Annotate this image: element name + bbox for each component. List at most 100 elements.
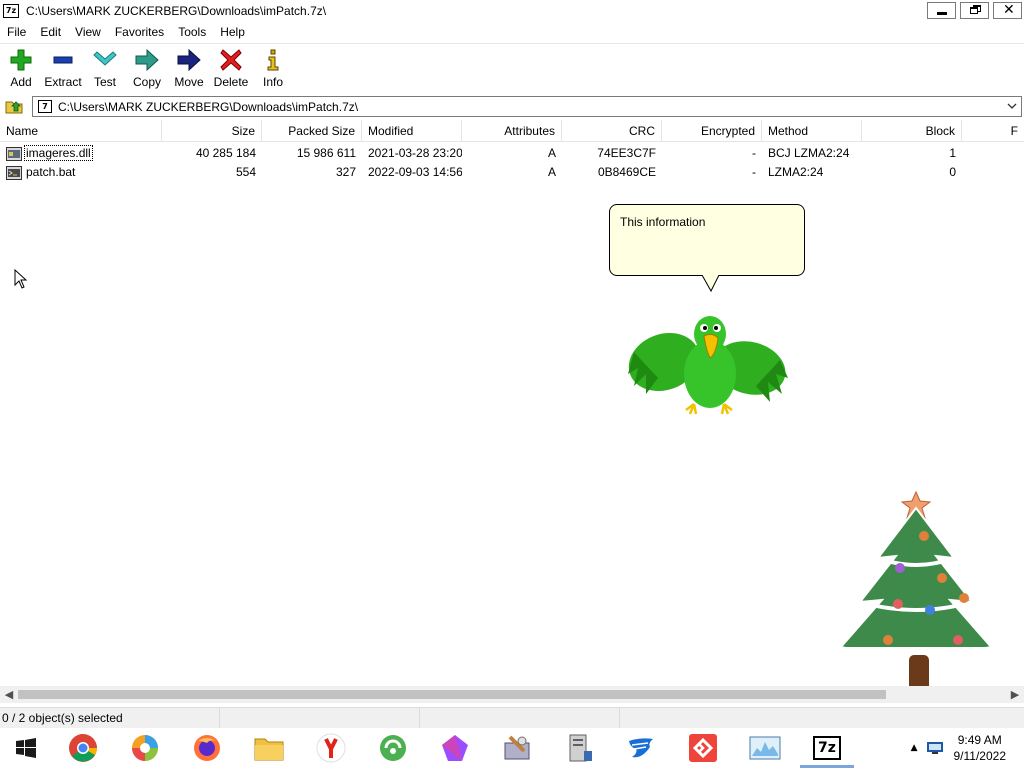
packed-size-cell: 327 — [335, 165, 356, 179]
status-segment-3 — [420, 707, 620, 729]
table-row[interactable]: imageres.dll 40 285 184 15 986 611 2021-… — [0, 144, 1024, 163]
modified-cell: 2021-03-28 23:20 — [368, 146, 462, 160]
chart-monitor-icon — [749, 736, 781, 760]
minimize-button[interactable] — [927, 2, 956, 19]
info-balloon: This information — [609, 204, 805, 276]
green-swirl-icon — [380, 735, 406, 761]
taskbar-file-explorer[interactable] — [238, 728, 300, 768]
column-extra[interactable]: F — [962, 120, 1024, 142]
address-input[interactable]: 7 C:\Users\MARK ZUCKERBERG\Downloads\imP… — [32, 96, 1022, 117]
add-button[interactable]: Add — [0, 44, 42, 92]
minimize-icon — [937, 12, 947, 15]
menu-help[interactable]: Help — [213, 22, 252, 42]
address-bar: 7 C:\Users\MARK ZUCKERBERG\Downloads\imP… — [0, 94, 1024, 118]
clock[interactable]: 9:49 AM 9/11/2022 — [954, 732, 1007, 764]
plus-icon — [9, 48, 33, 72]
method-cell: BCJ LZMA2:24 — [768, 146, 850, 160]
parrot-mascot-icon — [628, 316, 788, 415]
delete-x-icon — [219, 48, 243, 72]
menu-file[interactable]: File — [0, 22, 33, 42]
system-tray: ▲ 9:49 AM 9/11/2022 — [911, 728, 1024, 768]
close-button[interactable]: ✕ — [993, 2, 1022, 19]
add-label: Add — [10, 75, 32, 89]
crc-cell: 0B8469CE — [597, 165, 656, 179]
info-icon — [261, 48, 285, 72]
chevron-down-icon[interactable] — [1006, 100, 1018, 112]
column-name[interactable]: Name — [0, 120, 162, 142]
taskbar-app-blue-bird[interactable] — [610, 728, 672, 768]
menu-view[interactable]: View — [68, 22, 108, 42]
column-crc[interactable]: CRC — [562, 120, 662, 142]
horizontal-scrollbar[interactable]: ◀ ▶ — [0, 686, 1024, 703]
up-folder-button[interactable] — [3, 95, 25, 117]
taskbar-app-doc[interactable] — [548, 728, 610, 768]
file-name: patch.bat — [26, 165, 76, 179]
clock-time: 9:49 AM — [957, 733, 1002, 747]
blue-bird-icon — [629, 738, 653, 758]
scroll-right-icon[interactable]: ▶ — [1008, 688, 1022, 701]
windows-logo-icon — [16, 738, 36, 758]
title-bar: 7z C:\Users\MARK ZUCKERBERG\Downloads\im… — [0, 0, 1024, 22]
column-modified[interactable]: Modified — [362, 120, 462, 142]
up-folder-icon — [5, 101, 23, 114]
delete-button[interactable]: Delete — [210, 44, 252, 92]
taskbar-seven-zip[interactable]: 7z — [796, 728, 858, 768]
seven-zip-icon: 7z — [813, 736, 841, 760]
column-block[interactable]: Block — [862, 120, 962, 142]
menu-tools[interactable]: Tools — [171, 22, 213, 42]
move-button[interactable]: Move — [168, 44, 210, 92]
document-server-icon — [569, 734, 592, 762]
start-button[interactable] — [0, 728, 52, 768]
network-icon[interactable] — [926, 740, 944, 756]
taskbar-app-monitor[interactable] — [734, 728, 796, 768]
anydesk-icon — [689, 734, 717, 762]
menu-edit[interactable]: Edit — [33, 22, 68, 42]
taskbar-chrome[interactable] — [52, 728, 114, 768]
restore-button[interactable] — [960, 2, 989, 19]
tray-chevron-up-icon[interactable]: ▲ — [911, 743, 918, 753]
window-title: C:\Users\MARK ZUCKERBERG\Downloads\imPat… — [26, 4, 327, 18]
taskbar-app-green[interactable] — [362, 728, 424, 768]
test-button[interactable]: Test — [84, 44, 126, 92]
menu-favorites[interactable]: Favorites — [108, 22, 171, 42]
column-packed-size[interactable]: Packed Size — [262, 120, 362, 142]
scrollbar-thumb[interactable] — [18, 690, 886, 699]
column-encrypted[interactable]: Encrypted — [662, 120, 762, 142]
tool-app-icon — [504, 735, 530, 760]
address-path: C:\Users\MARK ZUCKERBERG\Downloads\imPat… — [58, 99, 359, 114]
attributes-cell: A — [547, 165, 556, 179]
clock-date: 9/11/2022 — [953, 749, 1007, 763]
archive-icon: 7 — [38, 100, 52, 113]
status-segment-2 — [220, 707, 420, 729]
bat-file-icon — [6, 165, 22, 180]
minus-icon — [51, 48, 75, 72]
taskbar-anydesk[interactable] — [672, 728, 734, 768]
column-attributes[interactable]: Attributes — [462, 120, 562, 142]
status-selection: 0 / 2 object(s) selected — [0, 707, 220, 729]
column-method[interactable]: Method — [762, 120, 862, 142]
file-name: imageres.dll — [24, 145, 93, 161]
taskbar-yandex[interactable] — [300, 728, 362, 768]
toolbar: Add Extract Test Copy Move Delete Info — [0, 43, 1024, 93]
move-arrow-icon — [177, 48, 201, 72]
table-row[interactable]: patch.bat 554 327 2022-09-03 14:56 A 0B8… — [0, 163, 1024, 182]
block-cell: 0 — [949, 165, 956, 179]
scroll-left-icon[interactable]: ◀ — [2, 688, 16, 701]
close-icon: ✕ — [1003, 2, 1015, 18]
folder-icon — [254, 738, 284, 761]
christmas-tree-icon — [838, 490, 995, 701]
file-name-cell: imageres.dll — [0, 144, 162, 163]
test-label: Test — [93, 75, 116, 89]
balloon-tail — [701, 275, 720, 293]
column-size[interactable]: Size — [162, 120, 262, 142]
extract-button[interactable]: Extract — [42, 44, 84, 92]
file-name-cell: patch.bat — [0, 163, 162, 182]
copy-button[interactable]: Copy — [126, 44, 168, 92]
taskbar-app-gem[interactable] — [424, 728, 486, 768]
packed-size-cell: 15 986 611 — [296, 146, 356, 160]
crc-cell: 74EE3C7F — [597, 146, 656, 160]
taskbar-firefox[interactable] — [176, 728, 238, 768]
info-button[interactable]: Info — [252, 44, 294, 92]
taskbar-browser-2[interactable] — [114, 728, 176, 768]
taskbar-app-tool[interactable] — [486, 728, 548, 768]
